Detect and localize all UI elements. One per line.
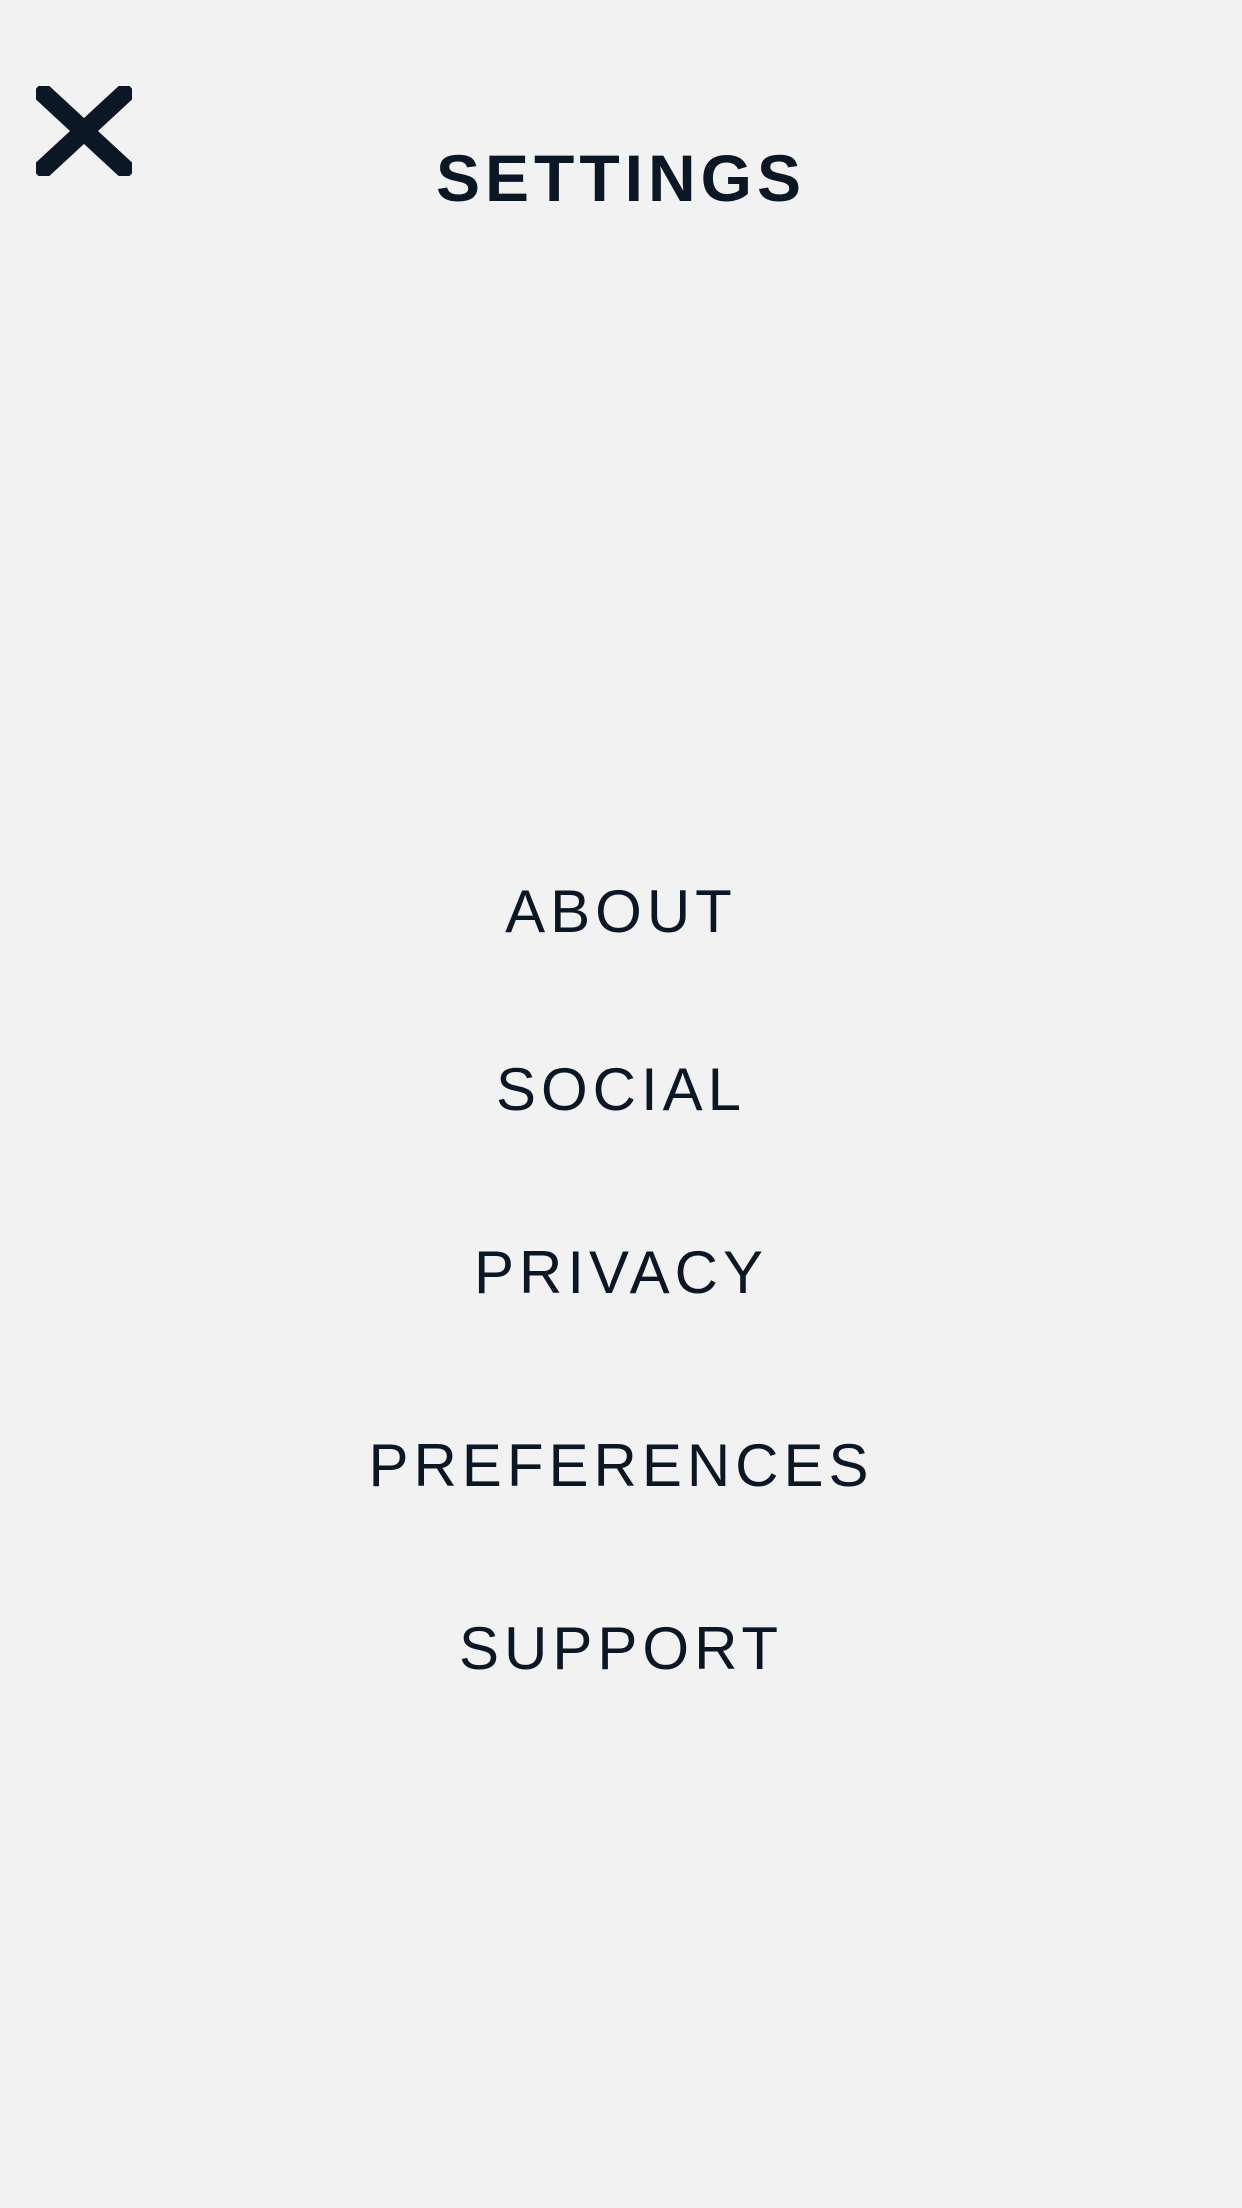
- page-title: SETTINGS: [435, 141, 807, 215]
- menu-item-social[interactable]: SOCIAL: [0, 1050, 1242, 1130]
- menu-item-about[interactable]: ABOUT: [0, 872, 1242, 952]
- menu-item-support[interactable]: SUPPORT: [0, 1609, 1242, 1689]
- menu-item-privacy[interactable]: PRIVACY: [0, 1233, 1242, 1313]
- settings-menu: ABOUT SOCIAL PRIVACY PREFERENCES SUPPORT: [0, 0, 1242, 2208]
- menu-item-preferences[interactable]: PREFERENCES: [0, 1426, 1242, 1506]
